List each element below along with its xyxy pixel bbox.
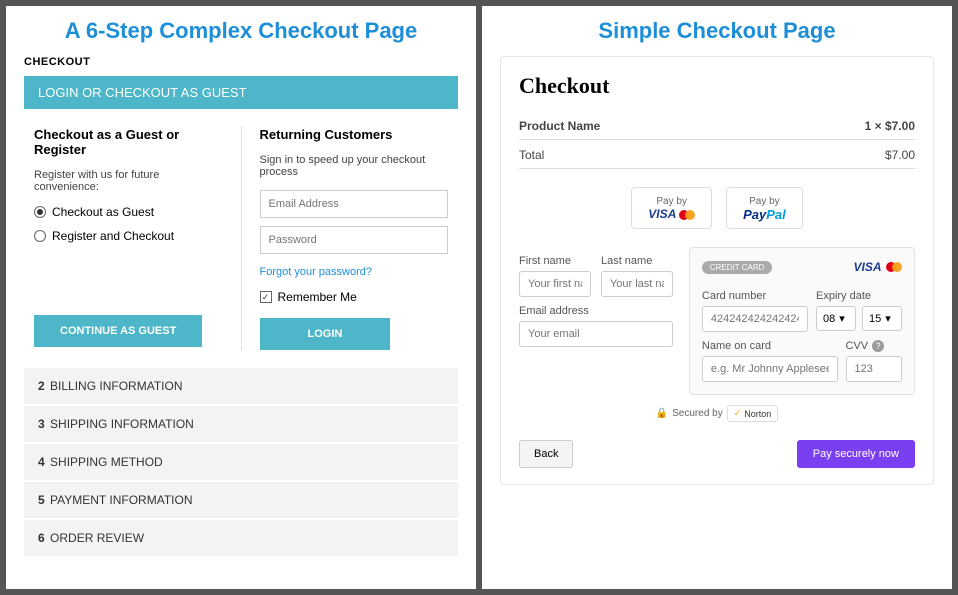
- form-grid: First name Last name Email address CREDI…: [519, 247, 915, 395]
- complex-checkout-panel: A 6-Step Complex Checkout Page CHECKOUT …: [6, 6, 476, 589]
- card-number-label: Card number: [702, 290, 808, 302]
- first-name-label: First name: [519, 255, 591, 267]
- total-label: Total: [519, 148, 544, 162]
- pay-paypal-tile[interactable]: Pay by PayPal: [726, 187, 803, 229]
- step-number: 6: [38, 531, 45, 545]
- first-name-input[interactable]: [519, 271, 591, 297]
- payby-label: Pay by: [743, 196, 786, 207]
- pay-method-row: Pay by VISA Pay by PayPal: [519, 187, 915, 229]
- simple-checkout-panel: Simple Checkout Page Checkout Product Na…: [482, 6, 952, 589]
- forgot-password-link[interactable]: Forgot your password?: [260, 266, 373, 278]
- step-row-6[interactable]: 6 ORDER REVIEW: [24, 520, 458, 556]
- mastercard-icon: [886, 261, 902, 273]
- step-number: 5: [38, 493, 45, 507]
- cvv-label: CVV?: [846, 340, 903, 352]
- total-amount: $7.00: [885, 148, 915, 162]
- step-row-4[interactable]: 4 SHIPPING METHOD: [24, 444, 458, 480]
- breadcrumb: CHECKOUT: [24, 56, 458, 68]
- step-title: SHIPPING METHOD: [50, 455, 163, 469]
- radio-guest[interactable]: Checkout as Guest: [34, 205, 223, 219]
- paypal-icon: PayPal: [743, 207, 786, 222]
- password-input[interactable]: [260, 226, 449, 254]
- panel-title: Simple Checkout Page: [500, 18, 934, 44]
- returning-sub: Sign in to speed up your checkout proces…: [260, 154, 449, 178]
- back-button[interactable]: Back: [519, 440, 573, 468]
- lock-icon: 🔒: [656, 408, 668, 419]
- checkbox-icon: ✓: [260, 291, 272, 303]
- step1-body: Checkout as a Guest or Register Register…: [24, 111, 458, 368]
- step-title: SHIPPING INFORMATION: [50, 417, 194, 431]
- secured-row: 🔒 Secured by ✓Norton: [519, 405, 915, 422]
- expiry-label: Expiry date: [816, 290, 902, 302]
- radio-icon: [34, 230, 46, 242]
- product-name: Product Name: [519, 119, 600, 133]
- returning-column: Returning Customers Sign in to speed up …: [242, 127, 449, 350]
- email-label: Email address: [519, 305, 673, 317]
- returning-heading: Returning Customers: [260, 127, 449, 142]
- step-title: ORDER REVIEW: [50, 531, 144, 545]
- product-qty: 1 × $7.00: [865, 119, 915, 133]
- guest-sub: Register with us for future convenience:: [34, 169, 223, 193]
- radio-icon: [34, 206, 46, 218]
- step-title: BILLING INFORMATION: [50, 379, 182, 393]
- name-on-card-label: Name on card: [702, 340, 838, 352]
- name-email-col: First name Last name Email address: [519, 247, 673, 395]
- panel-title: A 6-Step Complex Checkout Page: [24, 18, 458, 44]
- chevron-down-icon: ▾: [885, 312, 891, 325]
- help-icon[interactable]: ?: [872, 340, 884, 352]
- secured-label: Secured by: [672, 408, 723, 419]
- email-input[interactable]: [260, 190, 449, 218]
- radio-register[interactable]: Register and Checkout: [34, 229, 223, 243]
- step-row-5[interactable]: 5 PAYMENT INFORMATION: [24, 482, 458, 518]
- last-name-label: Last name: [601, 255, 673, 267]
- remember-checkbox[interactable]: ✓ Remember Me: [260, 290, 449, 304]
- checkout-card: Checkout Product Name 1 × $7.00 Total $7…: [500, 56, 934, 485]
- guest-column: Checkout as a Guest or Register Register…: [34, 127, 242, 350]
- mastercard-icon: [679, 209, 695, 221]
- step-row-3[interactable]: 3 SHIPPING INFORMATION: [24, 406, 458, 442]
- email-input[interactable]: [519, 321, 673, 347]
- step-row-2[interactable]: 2 BILLING INFORMATION: [24, 368, 458, 404]
- cvv-input[interactable]: [846, 356, 903, 382]
- payby-label: Pay by: [648, 196, 695, 207]
- radio-label: Checkout as Guest: [52, 205, 154, 219]
- login-button[interactable]: LOGIN: [260, 318, 391, 350]
- checkout-heading: Checkout: [519, 73, 915, 99]
- card-number-input[interactable]: [702, 306, 808, 332]
- visa-icon: VISA: [854, 260, 882, 274]
- norton-badge: ✓Norton: [727, 405, 779, 422]
- total-row: Total $7.00: [519, 140, 915, 169]
- name-on-card-input[interactable]: [702, 356, 838, 382]
- radio-label: Register and Checkout: [52, 229, 174, 243]
- step-title: PAYMENT INFORMATION: [50, 493, 192, 507]
- expiry-month-select[interactable]: 08▾: [816, 306, 856, 331]
- step-number: 2: [38, 379, 45, 393]
- last-name-input[interactable]: [601, 271, 673, 297]
- step1-header[interactable]: LOGIN OR CHECKOUT AS GUEST: [24, 76, 458, 109]
- step-number: 4: [38, 455, 45, 469]
- chevron-down-icon: ▾: [839, 312, 845, 325]
- expiry-year-select[interactable]: 15▾: [862, 306, 902, 331]
- continue-guest-button[interactable]: CONTINUE AS GUEST: [34, 315, 202, 347]
- visa-icon: VISA: [648, 207, 676, 221]
- pay-button[interactable]: Pay securely now: [797, 440, 915, 468]
- card-brand-icons: VISA: [854, 258, 902, 276]
- credit-card-box: CREDIT CARD VISA Card number Expiry date: [689, 247, 915, 395]
- step-number: 3: [38, 417, 45, 431]
- guest-heading: Checkout as a Guest or Register: [34, 127, 223, 157]
- pay-card-tile[interactable]: Pay by VISA: [631, 187, 712, 229]
- product-row: Product Name 1 × $7.00: [519, 111, 915, 140]
- cc-pill: CREDIT CARD: [702, 261, 773, 274]
- action-row: Back Pay securely now: [519, 440, 915, 468]
- remember-label: Remember Me: [278, 290, 357, 304]
